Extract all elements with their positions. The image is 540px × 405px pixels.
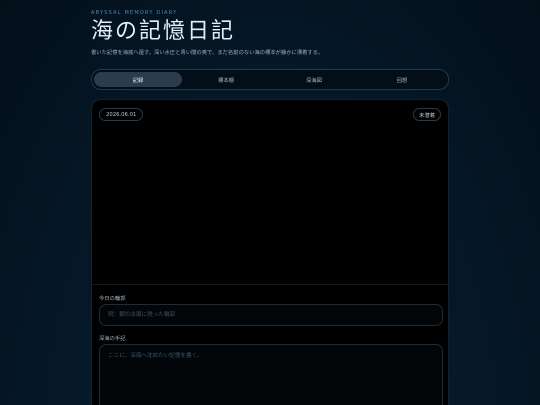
tab-specimen-shelf[interactable]: 標本棚 — [182, 72, 270, 87]
page-subtitle: 書いた記憶を海底へ還す。深い水圧と青い闇の奥で、まだ名前のない海の標本が静かに漂… — [91, 50, 324, 56]
tab-deep-sea-map[interactable]: 深海図 — [270, 72, 358, 87]
tab-record[interactable]: 記録 — [94, 72, 182, 87]
entry-card: 2026.06.01 未潜着 今日の輪郭 深海の手記 — [91, 99, 449, 405]
tab-bar: 記録 標本棚 深海図 回想 — [91, 69, 449, 90]
tab-recollection[interactable]: 回想 — [358, 72, 446, 87]
header: ABYSSAL MEMORY DIARY 海の記憶日記 書いた記憶を海底へ還す。… — [91, 10, 451, 56]
note-textarea[interactable] — [99, 344, 443, 405]
deep-sea-canvas[interactable] — [92, 100, 448, 285]
app-eyebrow: ABYSSAL MEMORY DIARY — [91, 10, 178, 16]
page-title: 海の記憶日記 — [91, 19, 236, 44]
status-badge: 未潜着 — [413, 108, 441, 121]
note-field-label: 深海の手記 — [99, 336, 126, 342]
title-input[interactable] — [99, 304, 443, 326]
date-badge: 2026.06.01 — [99, 108, 144, 121]
title-field-label: 今日の輪郭 — [99, 296, 126, 302]
